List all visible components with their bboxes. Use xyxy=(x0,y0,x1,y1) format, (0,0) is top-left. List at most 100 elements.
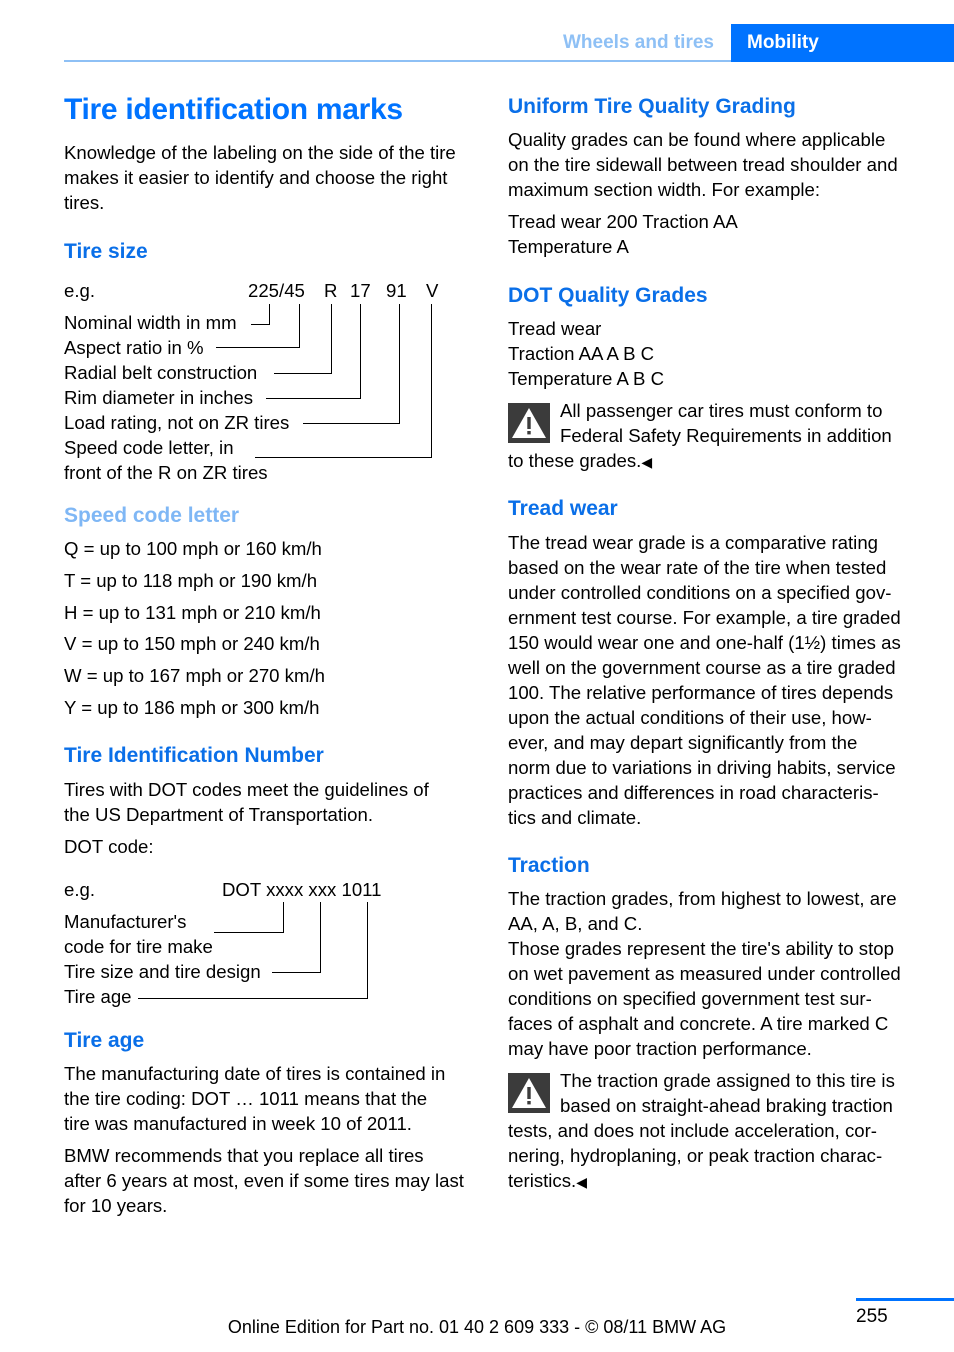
text-line: the US Department of Transportation. xyxy=(64,804,374,825)
code-width-aspect: 225/45 xyxy=(248,280,305,301)
text-line: to these grades.◀ xyxy=(508,448,652,475)
tin-paragraph: Tires with DOT codes meet the guidelines… xyxy=(64,777,429,827)
text-line: on wet pavement as measured under contro… xyxy=(508,963,901,984)
utqg-paragraph: Quality grades can be found where applic… xyxy=(508,127,898,202)
text-line: practices and differences in road charac… xyxy=(508,782,879,803)
utqg-example: Tread wear 200 Traction AA Temperature A xyxy=(508,209,738,259)
footer-rule xyxy=(856,1298,954,1301)
heading-tread-wear: Tread wear xyxy=(508,497,618,520)
tire-age-paragraph-2: BMW recommends that you replace all tire… xyxy=(64,1143,464,1218)
page-title: Tire identification marks xyxy=(64,93,403,126)
text-line: BMW recommends that you replace all tire… xyxy=(64,1145,424,1166)
eg-label: e.g. xyxy=(64,280,96,301)
dot-code-example: DOT xxxx xxx 1011 xyxy=(222,879,382,900)
text-line: Temperature A xyxy=(508,236,629,257)
text-line: 100. The relative performance of tires d… xyxy=(508,682,894,703)
heading-speed-code-letter: Speed code letter xyxy=(64,504,240,527)
heading-traction: Traction xyxy=(508,854,590,877)
code-speed: V xyxy=(426,280,439,301)
list-item: H = up to 131 mph or 210 km/h xyxy=(64,602,321,623)
heading-utqg: Uniform Tire Quality Grading xyxy=(508,95,796,118)
text-line: tires. xyxy=(64,192,105,213)
list-item: V = up to 150 mph or 240 km/h xyxy=(64,633,320,654)
heading-dot-quality-grades: DOT Quality Grades xyxy=(508,284,708,307)
label-rim-diameter: Rim diameter in inches xyxy=(64,387,254,408)
dot-grades-list: Tread wear Traction AA A B C Temperature… xyxy=(508,316,664,391)
label-nominal-width: Nominal width in mm xyxy=(64,312,237,333)
text-line: tests, and does not include acceleration… xyxy=(508,1120,877,1141)
warning-triangle-icon xyxy=(508,403,550,443)
tread-wear-paragraph: The tread wear grade is a comparative ra… xyxy=(508,530,901,830)
list-item: W = up to 167 mph or 270 km/h xyxy=(64,665,325,686)
tab-mobility[interactable]: Mobility xyxy=(731,24,954,62)
text-line: Tread wear xyxy=(508,318,602,339)
text-line: Temperature A B C xyxy=(508,368,665,389)
text-line: The manufacturing date of tires is conta… xyxy=(64,1063,446,1084)
text-line: for 10 years. xyxy=(64,1195,168,1216)
footer-edition: Online Edition for Part no. 01 40 2 609 … xyxy=(0,1317,954,1338)
text-line: faces of asphalt and concrete. A tire ma… xyxy=(508,1013,889,1034)
traction-paragraph: The traction grades, from highest to low… xyxy=(508,886,901,1061)
text-line: Federal Safety Requirements in addition xyxy=(560,425,892,446)
text-line: Tread wear 200 Traction AA xyxy=(508,211,738,232)
text-line: may have poor traction performance. xyxy=(508,1038,812,1059)
footer-edition-text: Online Edition for Part no. 01 40 2 609 … xyxy=(227,1317,727,1337)
text-line: well on the government course as a tire … xyxy=(508,657,896,678)
text-line: Those grades represent the tire's abilit… xyxy=(508,938,894,959)
text-line: AA, A, B, and C. xyxy=(508,913,643,934)
text-line: Knowledge of the labeling on the side of… xyxy=(64,142,456,163)
text-line: upon the actual conditions of their use,… xyxy=(508,707,872,728)
connector-speed xyxy=(255,304,432,458)
text-line: to these grades. xyxy=(508,450,642,471)
intro-paragraph: Knowledge of the labeling on the side of… xyxy=(64,140,456,215)
header-rule xyxy=(64,60,731,62)
code-rim: 17 xyxy=(350,280,371,301)
end-mark-icon: ◀ xyxy=(641,454,653,470)
label-radial: Radial belt construction xyxy=(64,362,258,383)
text-line: the tire coding: DOT … 1011 means that t… xyxy=(64,1088,428,1109)
text-line: The tread wear grade is a comparative ra… xyxy=(508,532,878,553)
connector-tire-age xyxy=(138,902,368,999)
text-line: under controlled conditions on a specifi… xyxy=(508,582,892,603)
text-line: teristics.◀ xyxy=(508,1168,587,1195)
list-item: Q = up to 100 mph or 160 km/h xyxy=(64,538,322,559)
text-line: based on the wear rate of the tire when … xyxy=(508,557,887,578)
code-load: 91 xyxy=(386,280,407,301)
text-line: tire was manufactured in week 10 of 2011… xyxy=(64,1113,412,1134)
tab-wheels-and-tires[interactable]: Wheels and tires xyxy=(540,26,730,60)
heading-tire-size: Tire size xyxy=(64,240,148,263)
label-tire-age: Tire age xyxy=(64,986,132,1007)
text-line: Tires with DOT codes meet the guidelines… xyxy=(64,779,429,800)
label-speed-code-1: Speed code letter, in xyxy=(64,437,234,458)
text-line: norm due to variations in driving habits… xyxy=(508,757,896,778)
end-mark-icon: ◀ xyxy=(576,1174,587,1190)
text-line: ernment test course. For example, a tire… xyxy=(508,607,901,628)
text-line: The traction grade assigned to this tire… xyxy=(560,1070,895,1091)
warning-triangle-icon xyxy=(508,1073,550,1113)
text-line: maximum section width. For example: xyxy=(508,179,821,200)
text-line: nering, hydroplaning, or peak traction c… xyxy=(508,1145,883,1166)
code-radial: R xyxy=(324,280,338,301)
list-item: Y = up to 186 mph or 300 km/h xyxy=(64,697,320,718)
text-line: makes it easier to identify and choose t… xyxy=(64,167,448,188)
heading-tire-age: Tire age xyxy=(64,1029,145,1052)
dot-code-label: DOT code: xyxy=(64,836,154,857)
text-line: based on straight-ahead braking traction xyxy=(560,1095,893,1116)
text-line: on the tire sidewall between tread shoul… xyxy=(508,154,898,175)
heading-tire-identification-number: Tire Identification Number xyxy=(64,744,324,767)
text-line: 150 would wear one and one-half (1½) tim… xyxy=(508,632,901,653)
tire-age-paragraph-1: The manufacturing date of tires is conta… xyxy=(64,1061,445,1136)
text-line: All passenger car tires must conform to xyxy=(560,400,883,421)
text-line: Traction AA A B C xyxy=(508,343,655,364)
text-line: The traction grades, from highest to low… xyxy=(508,888,897,909)
eg-label: e.g. xyxy=(64,879,96,900)
text-line: ever, and may depart significantly from … xyxy=(508,732,858,753)
text-line: conditions on specified government test … xyxy=(508,988,872,1009)
text-line: Quality grades can be found where applic… xyxy=(508,129,886,150)
label-speed-code-2: front of the R on ZR tires xyxy=(64,462,268,483)
list-item: T = up to 118 mph or 190 km/h xyxy=(64,570,318,591)
label-aspect-ratio: Aspect ratio in % xyxy=(64,337,204,358)
text-line: after 6 years at most, even if some tire… xyxy=(64,1170,464,1191)
text-line: teristics. xyxy=(508,1170,577,1191)
text-line: tics and climate. xyxy=(508,807,642,828)
